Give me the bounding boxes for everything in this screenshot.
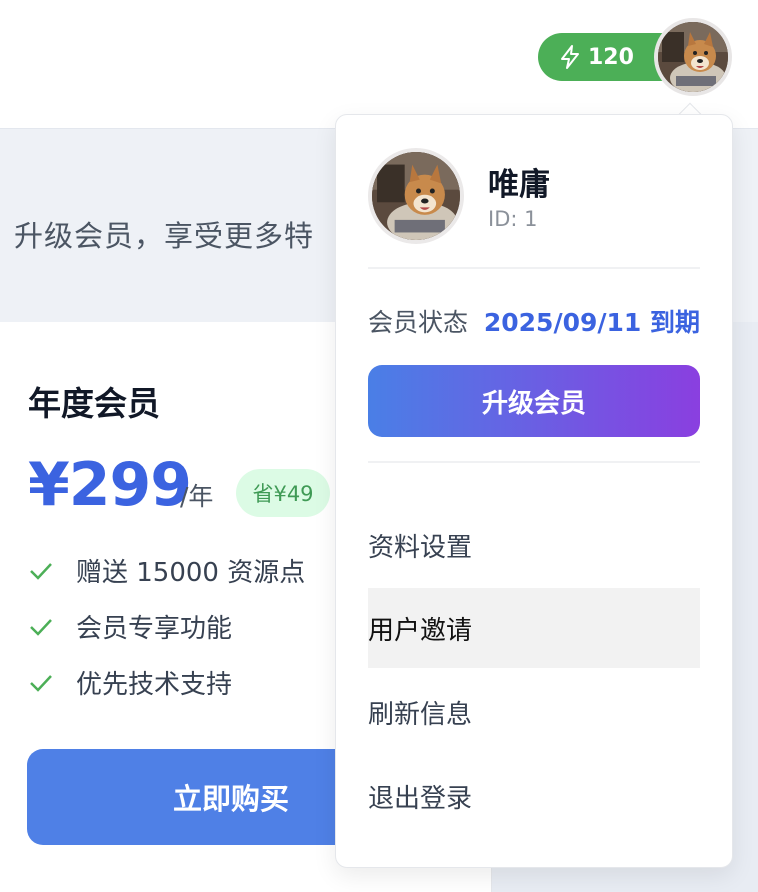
membership-status-label: 会员状态 (368, 308, 469, 337)
header-avatar[interactable] (654, 18, 732, 96)
page: 120 升级会员，享受更多特 年度会员 ¥299 /年 省¥49 赠送 1500… (0, 0, 758, 892)
user-id: ID: 1 (488, 207, 538, 231)
check-icon (30, 674, 52, 692)
menu-item-refresh-info[interactable]: 刷新信息 (368, 672, 700, 752)
user-name: 唯庸 (488, 167, 550, 203)
feature-item: 赠送 15000 资源点 (28, 552, 305, 589)
check-icon (30, 618, 52, 636)
dog-avatar-image (372, 152, 460, 240)
menu-item-logout[interactable]: 退出登录 (368, 756, 700, 836)
menu-item-invite-users[interactable]: 用户邀请 (368, 588, 700, 668)
feature-label: 赠送 15000 资源点 (76, 558, 306, 588)
lightning-icon (561, 45, 579, 69)
dog-avatar-image (658, 22, 728, 92)
user-dropdown-menu: 唯庸 ID: 1 会员状态 2025/09/11 到期 升级会员 资料设置 用户… (335, 114, 733, 868)
banner-text: 升级会员，享受更多特 (14, 219, 315, 253)
user-avatar (368, 148, 464, 244)
top-header: 120 (0, 0, 758, 128)
feature-item: 会员专享功能 (28, 608, 232, 645)
plan-period: /年 (180, 482, 214, 511)
membership-expiry: 2025/09/11 到期 (483, 308, 700, 337)
credits-badge[interactable]: 120 (538, 33, 672, 81)
upgrade-membership-button[interactable]: 升级会员 (368, 365, 700, 437)
save-badge: 省¥49 (236, 469, 330, 517)
feature-item: 优先技术支持 (28, 664, 232, 701)
feature-label: 优先技术支持 (76, 670, 233, 700)
plan-price: ¥299 (28, 450, 192, 520)
menu-item-profile-settings[interactable]: 资料设置 (368, 505, 700, 585)
plan-title: 年度会员 (28, 384, 160, 423)
feature-label: 会员专享功能 (76, 614, 233, 644)
divider (368, 461, 700, 463)
divider (368, 267, 700, 269)
check-icon (30, 562, 52, 580)
credits-value: 120 (588, 44, 634, 70)
